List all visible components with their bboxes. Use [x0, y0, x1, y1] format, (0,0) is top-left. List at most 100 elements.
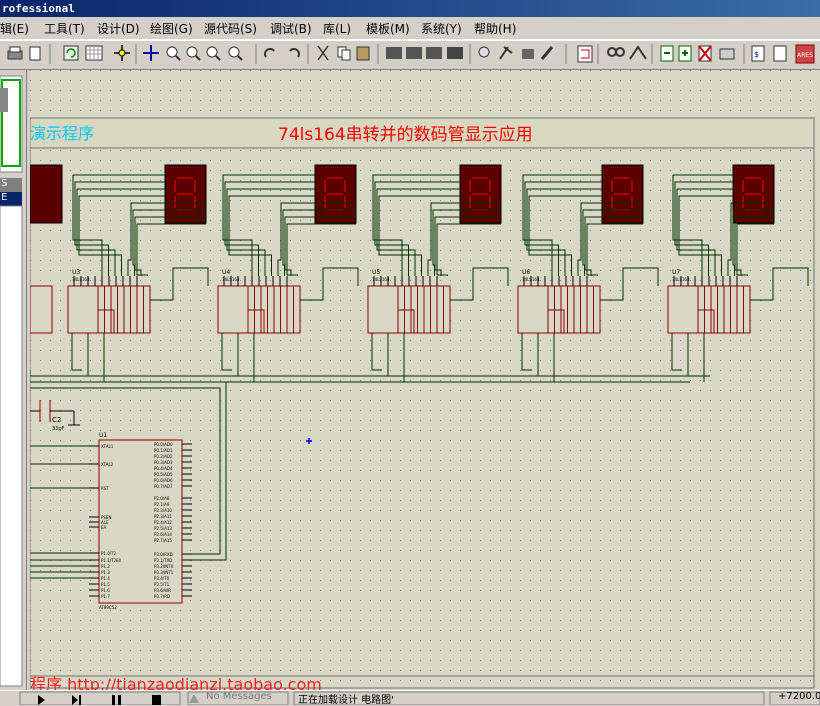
search-icon[interactable] — [607, 47, 625, 57]
device-list[interactable] — [0, 205, 23, 687]
mode-label-e: E — [1, 192, 8, 203]
mcu-pin-label: P3.7/RD — [154, 594, 170, 599]
chip-ref: U7 — [672, 269, 680, 276]
menu-help[interactable]: 帮助(H) — [474, 20, 516, 37]
status-coord: +7200.0 — [778, 691, 820, 702]
page-icon[interactable] — [29, 46, 41, 61]
mcu-pin-label: P2.7/A15 — [154, 538, 172, 543]
mcu-pin-label: XTAL1 — [101, 444, 114, 449]
mcu-pin-label: EA — [101, 525, 107, 530]
pick-device-icon[interactable] — [478, 46, 490, 58]
menu-debug[interactable]: 调试(B) — [270, 20, 312, 37]
seven-segment-display-partial — [30, 164, 63, 224]
schematic-canvas[interactable]: 演示程序 74ls164串转并的数码管显示应用 程序 http://tianza… — [30, 70, 820, 690]
make-device-icon[interactable] — [499, 46, 513, 60]
left-panel: S E — [0, 70, 27, 690]
mcu-pin-label: P2.2/A10 — [154, 508, 172, 513]
mcu-pin-label: P0.5/AD5 — [154, 472, 173, 477]
chip-ref: U4 — [222, 269, 230, 276]
block-rotate-icon[interactable] — [426, 47, 442, 59]
mcu-pin-label: P0.1/AD1 — [154, 448, 173, 453]
packaging-icon[interactable] — [522, 49, 534, 59]
erc-icon[interactable] — [773, 45, 787, 62]
zoom-out-icon[interactable] — [186, 46, 201, 61]
block-copy-icon[interactable] — [386, 47, 402, 59]
cut-icon[interactable] — [317, 45, 329, 61]
mcu-pin-label: P0.0/AD0 — [154, 442, 173, 447]
mcu-pin-label: P2.5/A13 — [154, 526, 172, 531]
wire-autoroute-icon[interactable] — [577, 45, 593, 63]
paste-icon[interactable] — [356, 46, 370, 61]
window-title: rofessional — [2, 2, 75, 15]
mcu-pin-label: P3.4/T0 — [154, 576, 170, 581]
banner-left-text: 演示程序 — [30, 124, 94, 143]
chip-ref: U5 — [372, 269, 380, 276]
menu-template[interactable]: 模板(M) — [366, 20, 410, 37]
mode-label-s: S — [1, 178, 8, 189]
mcu-ref: U1 — [99, 432, 107, 439]
block-delete-icon[interactable] — [447, 47, 463, 59]
menu-library[interactable]: 库(L) — [323, 20, 351, 37]
redo-icon[interactable] — [289, 48, 300, 58]
print-icon[interactable] — [7, 46, 23, 60]
mcu-part: AT89C52 — [99, 605, 117, 610]
menu-graph[interactable]: 绘图(G) — [150, 20, 193, 37]
new-sheet-icon[interactable] — [660, 45, 674, 62]
copy-icon[interactable] — [337, 46, 351, 61]
menu-tools[interactable]: 工具(T) — [44, 20, 85, 37]
zoom-to-child-icon[interactable] — [719, 48, 735, 60]
svg-text:ARES: ARES — [797, 52, 813, 59]
refresh-icon[interactable] — [63, 45, 79, 61]
mcu-pin-label: P2.3/A11 — [154, 514, 172, 519]
add-sheet-icon[interactable] — [678, 45, 692, 62]
mcu-pin-label: P2.6/A14 — [154, 532, 172, 537]
mcu-pin-label: P3.6/WR — [154, 588, 171, 593]
footer-text: 程序 http://tianzaodianzi.taobao.com — [30, 675, 322, 690]
mcu-pin-label: P0.2/AD2 — [154, 454, 173, 459]
cap-ref: C2 — [52, 416, 61, 424]
chip-ref: U6 — [522, 269, 530, 276]
delete-sheet-icon[interactable] — [698, 45, 712, 62]
decompose-icon[interactable] — [540, 46, 554, 60]
cap-value: 33pF — [52, 426, 65, 432]
block-move-icon[interactable] — [406, 47, 422, 59]
mcu-pin-label: P0.3/AD3 — [154, 460, 173, 465]
bom-icon[interactable]: $ — [751, 45, 765, 62]
main-toolbar: $ ARES — [0, 40, 820, 70]
mcu-pin-label: P2.1/A9 — [154, 502, 170, 507]
menu-source[interactable]: 源代码(S) — [204, 20, 257, 37]
mcu-pin-label: P3.3/INT1 — [154, 570, 174, 575]
mcu-pin-label: P1.7 — [101, 594, 110, 599]
mcu-pin-label: P1.4 — [101, 576, 110, 581]
menu-bar: 辑(E) 工具(T) 设计(D) 绘图(G) 源代码(S) 调试(B) 库(L)… — [0, 17, 820, 40]
mcu-pin-label: P1.5 — [101, 582, 110, 587]
undo-icon[interactable] — [264, 48, 275, 58]
menu-system[interactable]: 系统(Y) — [421, 20, 462, 37]
zoom-in-icon[interactable] — [166, 46, 181, 61]
origin-icon[interactable] — [114, 45, 130, 61]
status-messages: No Messages — [206, 691, 272, 702]
mcu-pin-label: P2.4/A12 — [154, 520, 172, 525]
ares-icon[interactable]: ARES — [795, 44, 815, 64]
zoom-area-icon[interactable] — [228, 46, 243, 61]
svg-text:$: $ — [754, 50, 759, 59]
status-bar: No Messages 正在加载设计 电路图' +7200.0 — [0, 690, 820, 706]
mcu-pin-label: P3.5/T1 — [154, 582, 170, 587]
mcu-pin-label: P0.4/AD4 — [154, 466, 173, 471]
banner-title: 74ls164串转并的数码管显示应用 — [278, 125, 533, 145]
mcu-pin-label: P1.0/T2 — [101, 551, 117, 556]
mcu-pin-label: RST — [101, 486, 109, 491]
mcu-pin-label: P3.1/TXD — [154, 558, 172, 563]
property-icon[interactable] — [629, 45, 647, 60]
mcu-pin-label: P0.7/AD7 — [154, 484, 173, 489]
zoom-all-icon[interactable] — [206, 46, 221, 61]
mcu-pin-label: P3.0/RXD — [154, 552, 173, 557]
menu-edit[interactable]: 辑(E) — [0, 20, 29, 37]
menu-design[interactable]: 设计(D) — [97, 20, 140, 37]
mcu-pin-label: XTAL2 — [101, 462, 114, 467]
grid-icon[interactable] — [85, 45, 103, 61]
chip-ref: U3 — [72, 269, 80, 276]
window-titlebar: rofessional — [0, 0, 820, 17]
mcu-pin-label: P1.3 — [101, 570, 110, 575]
pan-icon[interactable] — [143, 45, 159, 61]
